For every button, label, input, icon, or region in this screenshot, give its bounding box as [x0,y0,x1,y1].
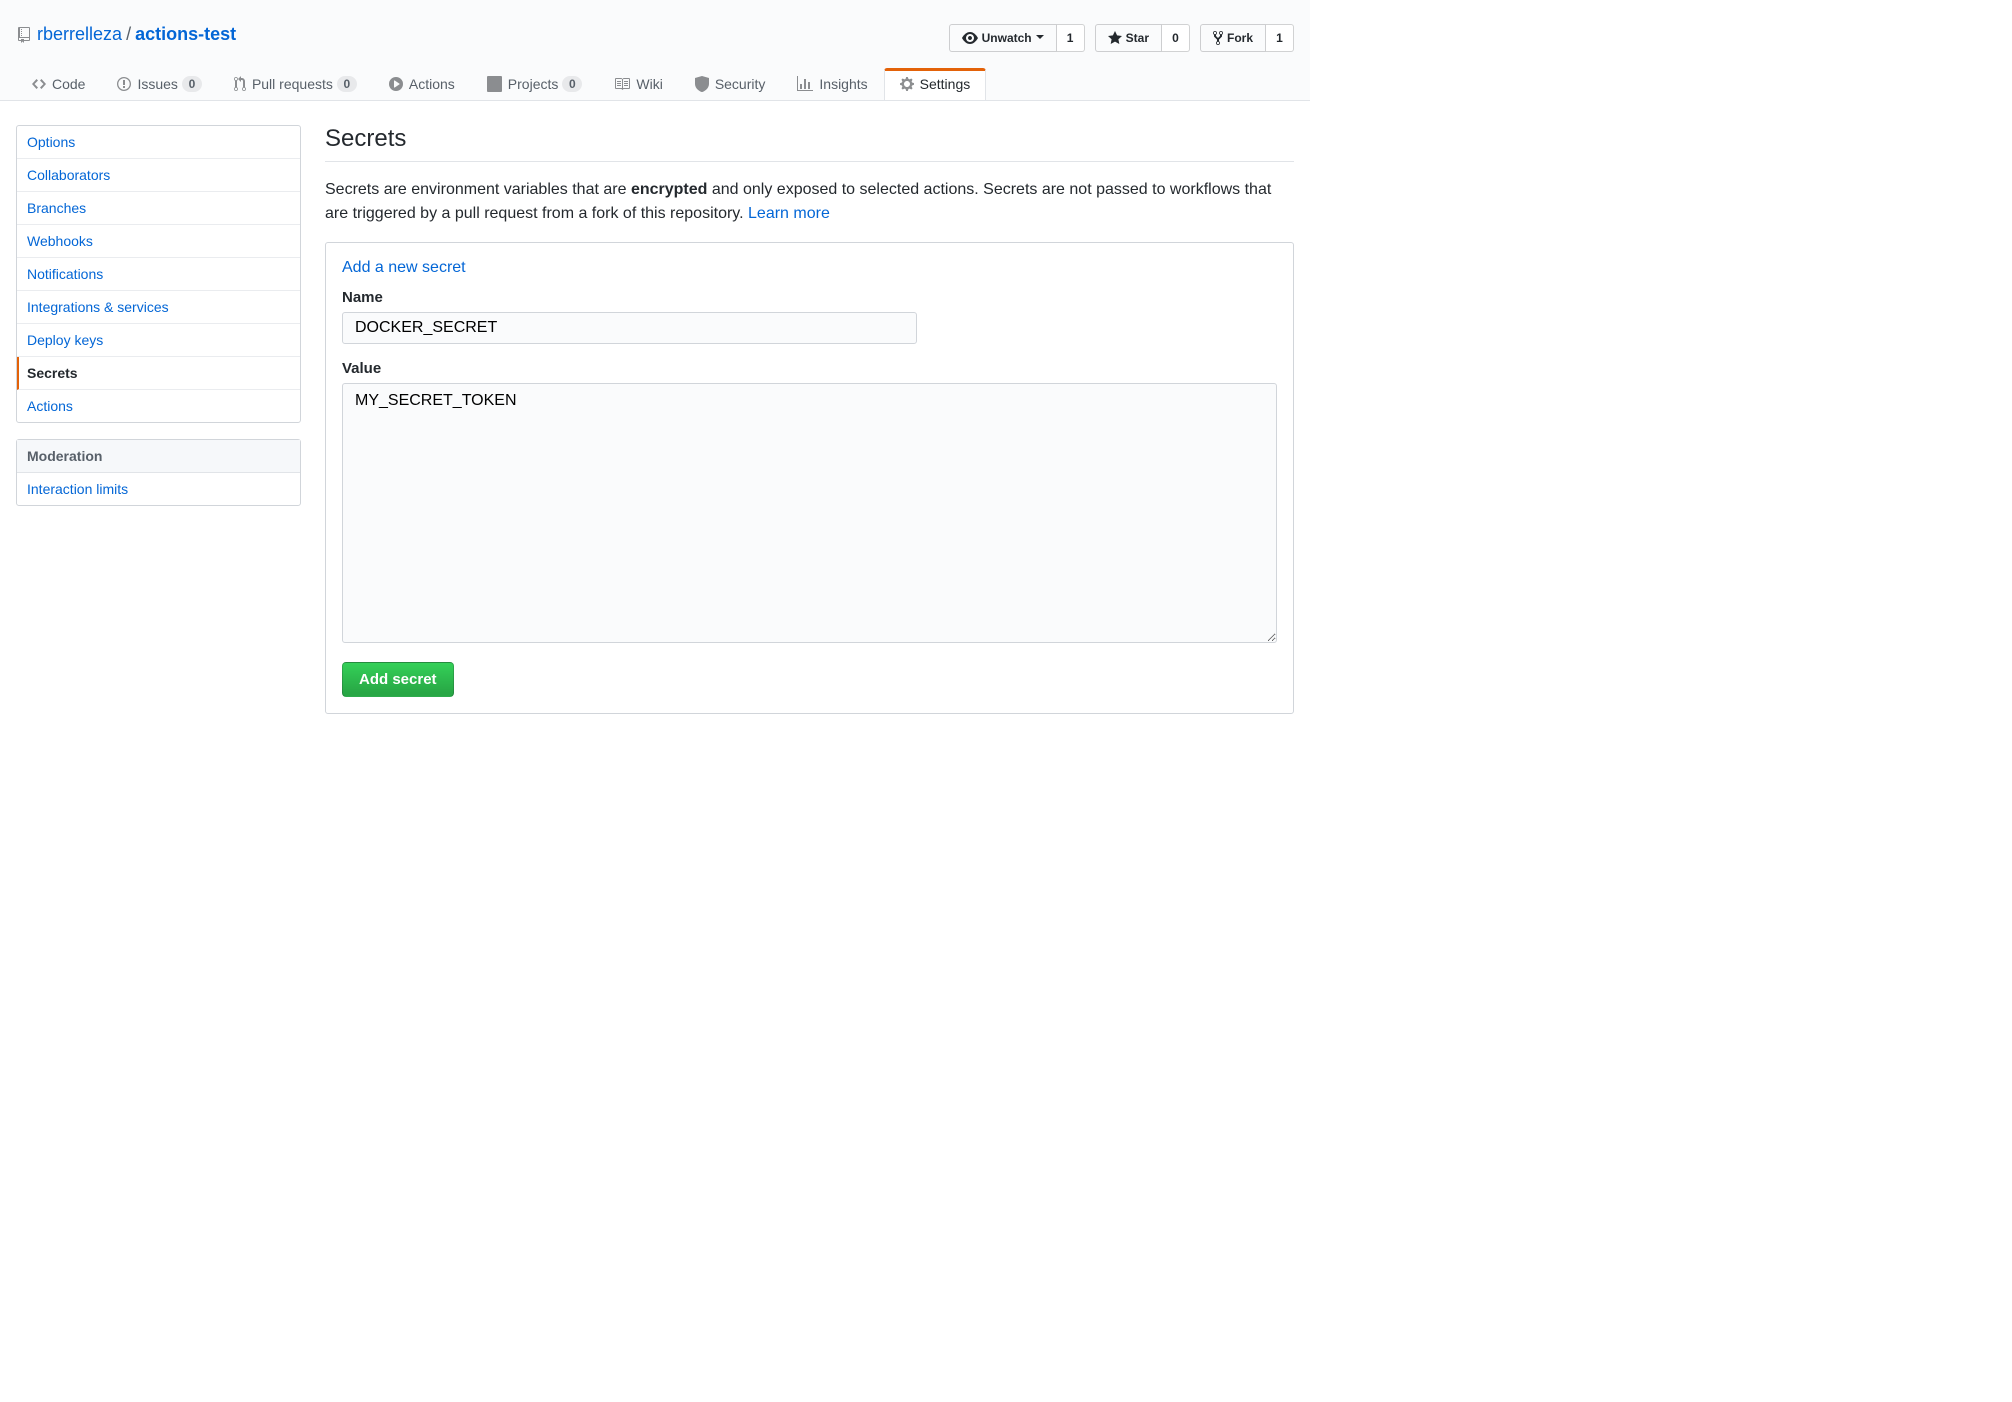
repo-breadcrumb: rberrelleza / actions-test [16,24,236,45]
fork-icon [1213,30,1223,46]
tab-insights[interactable]: Insights [781,68,883,100]
sidebar-item-options[interactable]: Options [17,126,300,159]
repo-tabs: Code Issues 0 Pull requests 0 Actions Pr… [0,68,1310,100]
add-secret-button[interactable]: Add secret [342,662,454,697]
sidebar-item-actions[interactable]: Actions [17,390,300,422]
caret-down-icon [1036,35,1044,43]
tab-security[interactable]: Security [679,68,782,100]
repo-owner-link[interactable]: rberrelleza [37,24,122,45]
graph-icon [797,76,813,92]
issue-icon [117,76,131,92]
git-pull-request-icon [234,76,246,92]
repo-name-link[interactable]: actions-test [135,24,236,45]
star-label: Star [1126,31,1149,45]
intro-text: Secrets are environment variables that a… [325,178,1294,226]
sidebar-item-collaborators[interactable]: Collaborators [17,159,300,192]
book-icon [614,76,630,92]
sidebar-item-interaction-limits[interactable]: Interaction limits [17,473,300,505]
play-icon [389,76,403,92]
sidebar-item-notifications[interactable]: Notifications [17,258,300,291]
fork-count[interactable]: 1 [1266,24,1294,52]
sidebar-item-branches[interactable]: Branches [17,192,300,225]
value-label: Value [342,360,1277,377]
project-icon [487,76,502,92]
moderation-heading: Moderation [17,440,300,473]
tab-code[interactable]: Code [16,68,101,100]
add-new-secret-link[interactable]: Add a new secret [342,259,466,277]
unwatch-label: Unwatch [982,31,1032,45]
fork-label: Fork [1227,31,1253,45]
tab-issues[interactable]: Issues 0 [101,68,217,100]
add-secret-form: Add a new secret Name Value MY_SECRET_TO… [325,242,1294,714]
learn-more-link[interactable]: Learn more [748,205,830,222]
unwatch-button[interactable]: Unwatch [949,24,1057,52]
sidebar-item-integrations[interactable]: Integrations & services [17,291,300,324]
tab-settings[interactable]: Settings [884,68,987,100]
sidebar-item-secrets: Secrets [17,357,300,390]
watch-count[interactable]: 1 [1057,24,1085,52]
shield-icon [695,76,709,92]
issues-count: 0 [182,76,202,92]
star-button[interactable]: Star [1095,24,1162,52]
tab-actions[interactable]: Actions [373,68,471,100]
moderation-menu: Moderation Interaction limits [16,439,301,506]
sidebar-item-deploy-keys[interactable]: Deploy keys [17,324,300,357]
settings-menu: Options Collaborators Branches Webhooks … [16,125,301,423]
secret-name-input[interactable] [342,312,917,344]
star-count[interactable]: 0 [1162,24,1190,52]
eye-icon [962,30,978,46]
pulls-count: 0 [337,76,357,92]
page-title: Secrets [325,125,1294,153]
name-label: Name [342,289,1277,306]
tab-projects[interactable]: Projects 0 [471,68,599,100]
code-icon [32,76,46,92]
repo-icon [16,27,32,43]
star-icon [1108,30,1122,46]
projects-count: 0 [562,76,582,92]
tab-pull-requests[interactable]: Pull requests 0 [218,68,373,100]
sidebar-item-webhooks[interactable]: Webhooks [17,225,300,258]
tab-wiki[interactable]: Wiki [598,68,678,100]
secret-value-input[interactable]: MY_SECRET_TOKEN [342,383,1277,643]
gear-icon [900,76,914,92]
fork-button[interactable]: Fork [1200,24,1266,52]
